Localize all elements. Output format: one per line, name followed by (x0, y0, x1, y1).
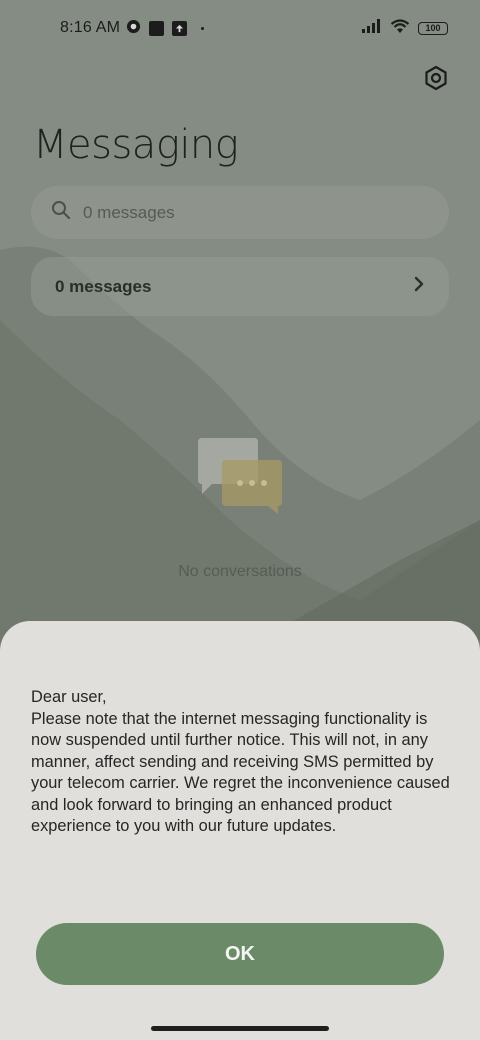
home-indicator[interactable] (151, 1026, 329, 1031)
search-bar[interactable]: 0 messages (31, 186, 449, 239)
app-notification-icon (126, 19, 141, 38)
no-conversations-illustration (196, 436, 286, 516)
chevron-right-icon (413, 275, 425, 298)
dialog-message: Dear user, Please note that the internet… (31, 688, 450, 835)
ok-button[interactable]: OK (36, 923, 444, 985)
more-notifications-dot (201, 26, 205, 30)
settings-icon (423, 65, 449, 96)
wifi-icon (390, 18, 410, 38)
upload-icon (172, 20, 188, 36)
settings-button[interactable] (420, 64, 452, 96)
messages-folder-row[interactable]: 0 messages (31, 257, 449, 316)
search-icon (51, 200, 71, 225)
notification-icons (126, 19, 205, 38)
page-title: Messaging (33, 122, 239, 168)
search-input[interactable]: 0 messages (83, 203, 175, 223)
battery-icon: 100 (418, 21, 448, 35)
system-icons: 100 (362, 18, 448, 38)
app-square-icon (149, 20, 165, 36)
messages-folder-label: 0 messages (55, 276, 152, 296)
status-bar: 8:16 AM 100 (0, 0, 480, 56)
status-time: 8:16 AM (60, 19, 121, 36)
empty-state-text: No conversations (178, 563, 302, 580)
signal-icon (362, 19, 382, 37)
